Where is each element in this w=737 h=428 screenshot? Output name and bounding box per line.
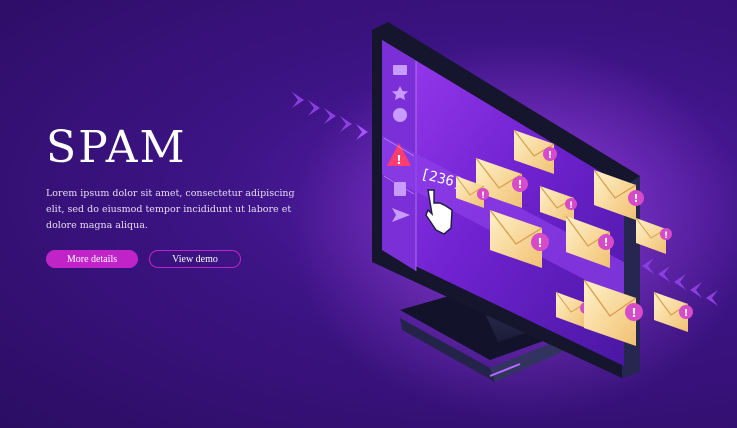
computer-illustration: ! [236] ! ! ! ! ! ! ! ! ! ! <box>290 22 737 420</box>
svg-text:!: ! <box>684 308 689 319</box>
mail-icon <box>393 65 407 75</box>
svg-text:!: ! <box>633 192 638 205</box>
svg-text:!: ! <box>631 306 636 320</box>
svg-text:!: ! <box>517 178 522 191</box>
trash-icon <box>394 182 406 196</box>
svg-text:!: ! <box>569 201 573 211</box>
clock-icon <box>393 108 407 122</box>
svg-text:!: ! <box>548 150 553 161</box>
svg-text:!: ! <box>603 236 608 249</box>
svg-text:!: ! <box>537 236 542 250</box>
svg-text:!: ! <box>396 153 401 167</box>
svg-text:!: ! <box>481 191 485 201</box>
svg-text:!: ! <box>664 231 668 241</box>
